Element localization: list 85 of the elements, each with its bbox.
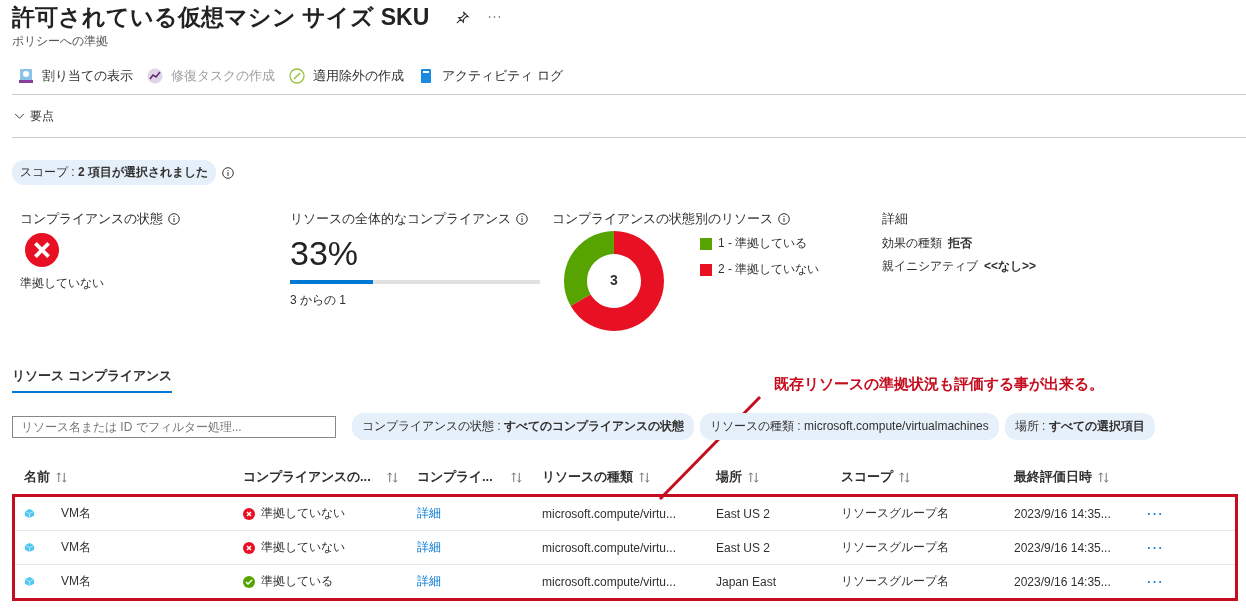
more-icon[interactable] [1147, 511, 1162, 516]
legend-label: 1 - 準拠している [718, 235, 808, 252]
sort-icon[interactable] [386, 471, 398, 483]
info-icon [778, 213, 790, 225]
detail-value: 拒否 [948, 235, 972, 252]
chevron-icon [14, 112, 25, 120]
more-icon[interactable] [1147, 579, 1162, 584]
section-title: リソースの全体的なコンプライアンス [290, 210, 511, 228]
table-cell: リソースグループ名 [841, 539, 949, 556]
sort-icon[interactable] [510, 471, 522, 483]
details-link[interactable]: 詳細 [417, 573, 441, 590]
document-icon [18, 68, 34, 84]
table-cell: microsoft.compute/virtu... [542, 506, 677, 521]
sort-icon[interactable] [899, 471, 910, 483]
legend-label: 2 - 準拠していない [718, 261, 820, 278]
info-icon [168, 213, 180, 225]
filter-pill[interactable]: 場所 : すべての選択項目 [1004, 413, 1155, 440]
table-cell: 準拠していない [261, 539, 345, 556]
essentials-toggle[interactable]: 要点 [0, 95, 54, 137]
resource-name: VM名 [61, 505, 91, 522]
table-cell: 2023/9/16 14:35... [1014, 574, 1111, 589]
resource-name: VM名 [61, 573, 91, 590]
column-header[interactable]: コンプライアンスの... [243, 468, 371, 486]
table-cell: East US 2 [716, 506, 771, 521]
more-icon[interactable] [488, 15, 502, 19]
check-icon [243, 575, 255, 588]
table-cell: microsoft.compute/virtu... [542, 540, 677, 555]
detail-value: <<なし>> [984, 258, 1037, 275]
donut-total: 3 [609, 272, 619, 288]
column-header[interactable]: 最終評価日時 [1014, 468, 1092, 486]
table-cell: microsoft.compute/virtu... [542, 574, 677, 589]
pencil-circle-icon [289, 68, 305, 84]
detail-label: 効果の種類 [882, 235, 942, 252]
error-icon [243, 541, 255, 554]
filter-field[interactable]: リソース名または ID でフィルター処理... [12, 415, 336, 438]
more-icon[interactable] [1147, 545, 1162, 550]
table-cell: 2023/9/16 14:35... [1014, 506, 1111, 521]
info-icon [516, 213, 528, 225]
column-header[interactable]: リソースの種類 [542, 468, 633, 486]
table-cell: 準拠している [261, 573, 333, 590]
legend-swatch [700, 237, 712, 250]
book-icon [418, 68, 434, 84]
compliance-percent: 33% [290, 233, 360, 273]
details-link[interactable]: 詳細 [417, 539, 441, 556]
toolbar-button[interactable]: 適用除外の作成 [289, 65, 404, 87]
table-cell: リソースグループ名 [841, 573, 949, 590]
section-title: コンプライアンスの状態別のリソース [552, 210, 773, 228]
page-subtitle: ポリシーへの準拠 [11, 33, 109, 50]
sort-icon[interactable] [1098, 471, 1109, 483]
column-header[interactable]: コンプライ... [417, 468, 493, 486]
column-header[interactable]: 名前 [24, 468, 50, 486]
scope-pill[interactable]: スコープ : 2 項目が選択されました [12, 160, 217, 185]
column-header[interactable]: 場所 [716, 468, 742, 486]
toolbar-button[interactable]: 割り当ての表示 [18, 65, 133, 87]
cube-icon [24, 542, 35, 553]
table-cell: 2023/9/16 14:35... [1014, 540, 1111, 555]
status-text: 準拠していない [20, 275, 105, 292]
details-link[interactable]: 詳細 [417, 505, 441, 522]
error-icon [25, 233, 59, 267]
filter-pill[interactable]: リソースの種類 : microsoft.compute/virtualmachines [700, 413, 999, 440]
column-header[interactable]: スコープ [841, 468, 893, 486]
sort-icon[interactable] [56, 471, 67, 483]
error-icon [243, 507, 255, 520]
page-title: 許可されている仮想マシン サイズ SKU [12, 2, 430, 32]
trend-icon [147, 68, 163, 84]
sort-icon[interactable] [748, 471, 759, 483]
pin-icon[interactable] [455, 9, 471, 25]
table-cell: Japan East [716, 574, 777, 589]
section-title: コンプライアンスの状態 [20, 210, 163, 228]
resource-name: VM名 [61, 539, 91, 556]
section-title: 詳細 [882, 210, 908, 228]
toolbar-button[interactable]: アクティビティ ログ [418, 65, 563, 87]
info-icon [222, 166, 235, 179]
annotation-text: 既存リソースの準拠状況も評価する事が出来る。 [774, 375, 1104, 394]
table-cell: East US 2 [716, 540, 771, 555]
detail-label: 親イニシアティブ [882, 258, 978, 275]
legend-swatch [700, 263, 712, 276]
filter-pill[interactable]: コンプライアンスの状態 : すべてのコンプライアンスの状態 [352, 413, 694, 440]
progress-caption: 3 からの 1 [290, 292, 347, 309]
table-cell: 準拠していない [261, 505, 345, 522]
table-cell: リソースグループ名 [841, 505, 949, 522]
sort-icon[interactable] [639, 471, 650, 483]
tab[interactable]: リソース コンプライアンス [12, 367, 172, 393]
cube-icon [24, 576, 35, 587]
cube-icon [24, 508, 35, 519]
